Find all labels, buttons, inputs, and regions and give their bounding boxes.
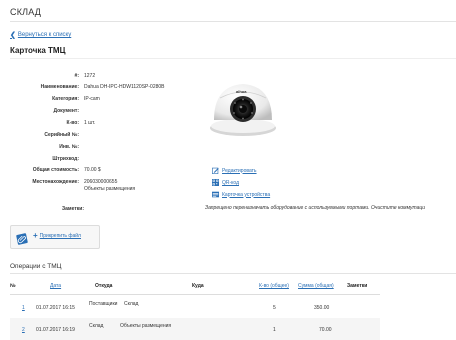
field-row-serial: Серийный №: bbox=[0, 132, 200, 142]
warning-text: Запрещено переназначать оборудование с и… bbox=[205, 205, 425, 211]
table-row: 1 01.07.2017 16:15 Поставщики Склад 5 35… bbox=[10, 296, 380, 318]
field-row-inventory: Инв. №: bbox=[0, 144, 200, 154]
qr-code-icon bbox=[212, 179, 219, 186]
row-qty: 5 bbox=[273, 305, 276, 311]
field-value: IP-cam bbox=[84, 96, 100, 102]
field-row-total-cost: Общая стоимость: 70.00 $ bbox=[0, 167, 200, 177]
edit-action[interactable]: Редактировать bbox=[212, 167, 257, 174]
table-header-divider bbox=[10, 294, 380, 295]
row-date: 01.07.2017 16:19 bbox=[36, 327, 75, 333]
details-list: #: 1272 Наименование: Dahua DH-IPC-HDW11… bbox=[0, 0, 200, 220]
field-row-document: Документ: bbox=[0, 108, 200, 118]
field-value-secondary: Объекты размещения bbox=[84, 186, 136, 192]
field-row-name: Наименование: Dahua DH-IPC-HDW1120SP-028… bbox=[0, 84, 200, 94]
edit-icon bbox=[212, 167, 219, 174]
field-label: Наименование: bbox=[40, 84, 79, 90]
col-header-qty[interactable]: К-во (общее) bbox=[259, 283, 289, 289]
notes-label: Заметки: bbox=[62, 206, 85, 212]
row-num-link[interactable]: 1 bbox=[22, 305, 25, 311]
row-qty: 1 bbox=[273, 327, 276, 333]
paperclip-icon bbox=[16, 233, 28, 245]
col-header-num: № bbox=[10, 283, 16, 289]
device-card-icon bbox=[212, 191, 219, 198]
row-from: Склад bbox=[89, 323, 104, 329]
attach-file-button[interactable]: + Прикрепить файл bbox=[33, 232, 81, 240]
qr-code-link[interactable]: QR-код bbox=[222, 180, 239, 186]
col-header-notes: Заметки bbox=[347, 283, 368, 289]
col-header-date[interactable]: Дата bbox=[50, 283, 61, 289]
row-num-link[interactable]: 2 bbox=[22, 327, 25, 333]
field-label: К-во: bbox=[66, 120, 79, 126]
field-value: 206030000655 bbox=[84, 179, 118, 185]
field-label: Штрихкод: bbox=[52, 156, 79, 162]
operations-divider bbox=[10, 273, 456, 274]
brand-logo: alhua bbox=[236, 89, 247, 94]
field-label: Общая стоимость: bbox=[32, 167, 79, 173]
field-label: Серийный №: bbox=[44, 132, 79, 138]
field-row-category: Категория: IP-cam bbox=[0, 96, 200, 106]
row-date: 01.07.2017 16:15 bbox=[36, 305, 75, 311]
col-header-to: Куда bbox=[192, 283, 204, 289]
field-value: 70.00 $ bbox=[84, 167, 101, 173]
field-label: #: bbox=[74, 73, 79, 79]
operations-title: Операции с ТМЦ bbox=[10, 263, 62, 270]
field-row-barcode: Штрихкод: bbox=[0, 156, 200, 166]
device-card-action[interactable]: Карточка устройства bbox=[212, 191, 270, 198]
edit-link[interactable]: Редактировать bbox=[222, 168, 257, 174]
table-row: 2 01.07.2017 16:19 Склад Объекты размеще… bbox=[10, 318, 380, 340]
field-value: Dahua DH-IPC-HDW1120SP-0280B bbox=[84, 84, 165, 90]
field-value: 1 шт. bbox=[84, 120, 96, 126]
row-to: Объекты размещения bbox=[120, 323, 172, 329]
product-image: alhua bbox=[210, 84, 276, 136]
attach-file-label: Прикрепить файл bbox=[39, 233, 81, 239]
field-label: Документ: bbox=[53, 108, 79, 114]
field-label: Инв. №: bbox=[59, 144, 79, 150]
row-sum: 70.00 bbox=[319, 327, 332, 333]
col-header-sum[interactable]: Сумма (общая) bbox=[298, 283, 334, 289]
field-label: Категория: bbox=[52, 96, 79, 102]
row-sum: 350.00 bbox=[314, 305, 330, 311]
col-header-from: Откуда bbox=[95, 283, 113, 289]
field-row-location: Местонахождение: 206030000655 Объекты ра… bbox=[0, 179, 200, 195]
device-card-link[interactable]: Карточка устройства bbox=[222, 192, 270, 198]
field-label: Местонахождение: bbox=[32, 179, 79, 185]
field-row-quantity: К-во: 1 шт. bbox=[0, 120, 200, 130]
plus-icon: + bbox=[33, 231, 38, 240]
row-from: Поставщики bbox=[89, 301, 118, 307]
field-row-id: #: 1272 bbox=[0, 73, 200, 83]
field-value: 1272 bbox=[84, 73, 96, 79]
qr-action[interactable]: QR-код bbox=[212, 179, 239, 186]
row-to: Склад bbox=[124, 301, 139, 307]
